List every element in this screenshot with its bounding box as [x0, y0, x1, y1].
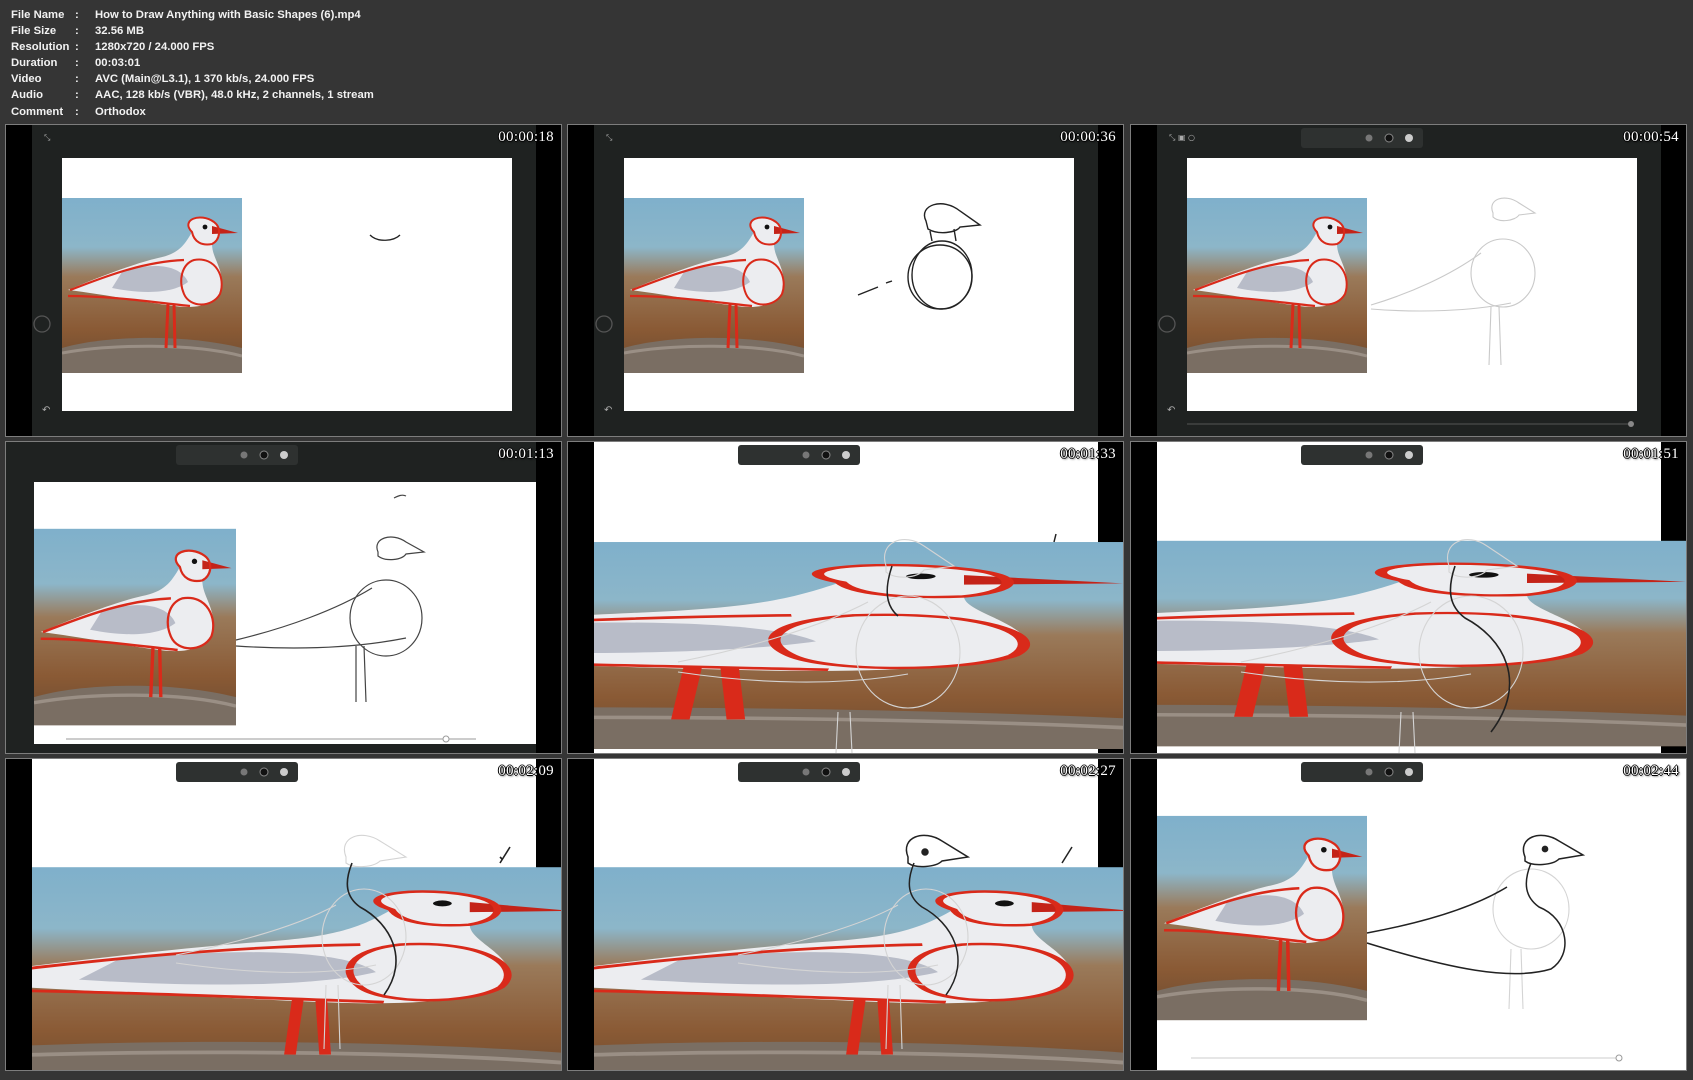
- svg-text:⤡: ⤡: [606, 133, 613, 142]
- info-row-comment: Comment: Orthodox: [11, 105, 146, 118]
- svg-text:↶: ↶: [604, 405, 612, 416]
- thumbnail-7[interactable]: 00:02:09: [5, 758, 562, 1071]
- timestamp: 00:01:33: [1060, 446, 1116, 462]
- timestamp: 00:02:44: [1623, 763, 1679, 779]
- timestamp: 00:01:51: [1623, 446, 1679, 462]
- info-row-file-name: File Name: How to Draw Anything with Basi…: [11, 9, 361, 21]
- frame-image: [1131, 442, 1686, 753]
- thumbnail-4[interactable]: 00:01:13: [5, 441, 562, 754]
- frame-image: [6, 442, 561, 753]
- thumbnail-1[interactable]: ↶ ⤡ 00:00:18: [5, 124, 562, 437]
- info-row-audio: Audio: AAC, 128 kb/s (VBR), 48.0 kHz, 2 c…: [11, 89, 374, 102]
- frame-image: [1131, 759, 1686, 1070]
- thumbnail-8[interactable]: 00:02:27: [567, 758, 1124, 1071]
- frame-image: [568, 759, 1123, 1070]
- frame-image: ↶ ⤡: [6, 125, 561, 436]
- frame-image: ↶ ⤡ ▣ ○: [1131, 125, 1686, 436]
- file-info-panel: File Name: How to Draw Anything with Basi…: [11, 7, 374, 120]
- thumbnail-6[interactable]: 00:01:51: [1130, 441, 1687, 754]
- info-row-video: Video: AVC (Main@L3.1), 1 370 kb/s, 24.00…: [11, 73, 315, 86]
- info-row-duration: Duration:00:03:01: [11, 57, 141, 70]
- thumbnail-2[interactable]: ↶ ⤡ 00:00:36: [567, 124, 1124, 437]
- svg-text:↶: ↶: [42, 405, 50, 416]
- thumbnail-9[interactable]: 00:02:44: [1130, 758, 1687, 1071]
- svg-text:⤡ ▣ ○: ⤡ ▣ ○: [1169, 133, 1195, 142]
- timestamp: 00:00:36: [1060, 129, 1116, 145]
- frame-image: [6, 759, 561, 1070]
- svg-text:↶: ↶: [1167, 405, 1175, 416]
- thumbnail-3[interactable]: ↶ ⤡ ▣ ○ 00:00:54: [1130, 124, 1687, 437]
- frame-image: ↶ ⤡: [568, 125, 1123, 436]
- svg-text:⤡: ⤡: [44, 133, 51, 142]
- info-row-file-size: File Size:32.56 MB: [11, 25, 144, 38]
- timestamp: 00:02:09: [498, 763, 554, 779]
- timestamp: 00:00:54: [1623, 129, 1679, 145]
- frame-image: [568, 442, 1123, 753]
- timestamp: 00:02:27: [1060, 763, 1116, 779]
- timestamp: 00:01:13: [498, 446, 554, 462]
- thumbnail-5[interactable]: 00:01:33: [567, 441, 1124, 754]
- info-row-resolution: Resolution:1280x720 / 24.000 FPS: [11, 41, 215, 54]
- timestamp: 00:00:18: [498, 129, 554, 145]
